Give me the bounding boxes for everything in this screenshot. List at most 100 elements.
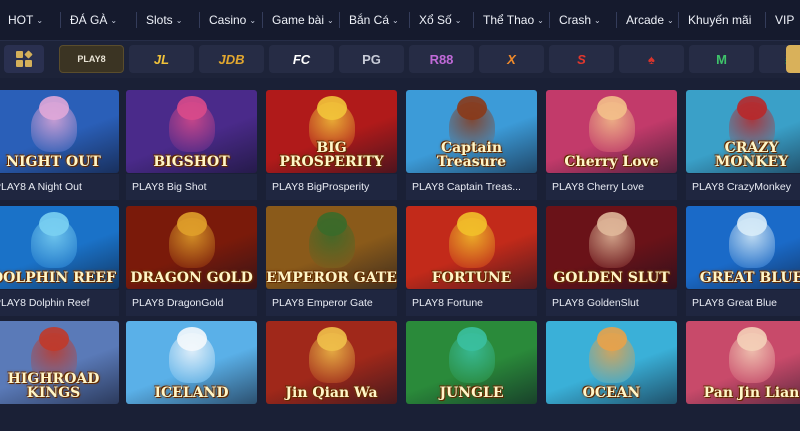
nav-divider [409,12,410,28]
provider-tab-fachai-logo[interactable]: FC [269,45,334,73]
provider-tab-s-logo[interactable]: S [549,45,614,73]
game-card[interactable]: OCEAN [546,321,677,431]
game-card[interactable]: GREAT BLUE PLAY8 Great Blue [686,206,800,316]
nav-item-label: Thể Thao [483,13,535,27]
nav-divider [339,12,340,28]
game-logo-text: ICELAND [154,385,229,401]
nav-item-2[interactable]: Slots ⌄ [146,0,182,40]
r88-logo: R88 [429,51,454,67]
provider-tab-x-logo[interactable]: X [479,45,544,73]
nav-item-label: ĐÁ GÀ [70,13,108,27]
game-thumbnail[interactable]: EMPEROR GATE [266,206,397,289]
game-card[interactable]: HIGHROAD KINGS [0,321,119,431]
game-card[interactable]: Cherry Love PLAY8 Cherry Love [546,90,677,200]
nav-item-1[interactable]: ĐÁ GÀ ⌄ [70,0,117,40]
nav-item-label: Bắn Cá [349,13,390,27]
nav-divider [136,12,137,28]
provider-bar: PLAY8JLJDBFCPGR88XS♠M🐉 [0,41,800,78]
game-title: PLAY8 Captain Treas... [406,174,537,200]
game-thumbnail[interactable]: Jin Qian Wa [266,321,397,404]
game-card[interactable]: JUNGLE [406,321,537,431]
game-logo-text: Jin Qian Wa [285,385,378,401]
game-artwork-detail [38,327,69,351]
nav-item-6[interactable]: Xổ Số ⌄ [419,0,461,40]
x-logo: X [507,51,516,67]
chevron-down-icon: ⌄ [36,15,44,25]
provider-tab-spade-logo[interactable]: ♠ [619,45,684,73]
nav-divider [549,12,550,28]
game-card[interactable]: GOLDEN SLUT PLAY8 GoldenSlut [546,206,677,316]
game-card[interactable]: CRAZY MONKEY PLAY8 CrazyMonkey [686,90,800,200]
game-thumbnail[interactable]: GOLDEN SLUT [546,206,677,289]
provider-tab-jili-logo[interactable]: JL [129,45,194,73]
nav-item-10[interactable]: Khuyến mãi [688,0,751,40]
game-thumbnail[interactable]: JUNGLE [406,321,537,404]
chevron-down-icon: ⌄ [175,15,183,25]
game-artwork-detail [316,212,347,236]
game-card[interactable]: Pan Jin Lian [686,321,800,431]
game-thumbnail[interactable]: OCEAN [546,321,677,404]
game-artwork-detail [596,96,627,120]
game-card[interactable]: NIGHT OUT PLAY8 A Night Out [0,90,119,200]
game-logo-text: FORTUNE [431,270,512,286]
provider-tab-pg-logo[interactable]: PG [339,45,404,73]
game-card[interactable]: BIGSHOT PLAY8 Big Shot [126,90,257,200]
game-thumbnail[interactable]: FORTUNE [406,206,537,289]
provider-tab-jdb-logo[interactable]: JDB [199,45,264,73]
game-logo-text: NIGHT OUT [6,154,101,170]
provider-scroll-tab[interactable] [786,45,800,73]
game-thumbnail[interactable]: ICELAND [126,321,257,404]
game-thumbnail[interactable]: BIGSHOT [126,90,257,173]
nav-item-label: Xổ Số [419,13,452,27]
game-card[interactable]: Captain Treasure PLAY8 Captain Treas... [406,90,537,200]
nav-item-9[interactable]: Arcade ⌄ [626,0,674,40]
game-logo-text: GOLDEN SLUT [553,270,670,286]
game-thumbnail[interactable]: Cherry Love [546,90,677,173]
nav-item-5[interactable]: Bắn Cá ⌄ [349,0,399,40]
game-thumbnail[interactable]: CRAZY MONKEY [686,90,800,173]
game-artwork-detail [316,327,347,351]
spade-logo: ♠ [648,51,655,67]
provider-tab-r88-logo[interactable]: R88 [409,45,474,73]
game-logo-text: DRAGON GOLD [130,270,253,286]
game-thumbnail[interactable]: NIGHT OUT [0,90,119,173]
provider-tab-m-logo[interactable]: M [689,45,754,73]
game-thumbnail[interactable]: Captain Treasure [406,90,537,173]
play8-logo: PLAY8 [77,54,106,64]
nav-item-8[interactable]: Crash ⌄ [559,0,601,40]
provider-tab-play8-logo[interactable]: PLAY8 [59,45,124,73]
game-artwork-detail [736,96,767,120]
game-logo-text: JUNGLE [439,385,504,401]
game-card[interactable]: BIG PROSPERITY PLAY8 BigProsperity [266,90,397,200]
nav-item-label: Arcade [626,13,665,27]
chevron-down-icon: ⌄ [392,15,399,25]
game-logo-text: Pan Jin Lian [703,385,800,401]
m-logo: M [716,51,727,67]
nav-item-7[interactable]: Thể Thao ⌄ [483,0,544,40]
game-thumbnail[interactable]: DRAGON GOLD [126,206,257,289]
nav-item-4[interactable]: Game bài ⌄ [272,0,334,40]
game-card[interactable]: EMPEROR GATE PLAY8 Emperor Gate [266,206,397,316]
chevron-down-icon: ⌄ [249,15,257,25]
nav-item-0[interactable]: HOT ⌄ [8,0,43,40]
nav-item-3[interactable]: Casino ⌄ [209,0,256,40]
jdb-logo: JDB [218,51,245,67]
all-games-button[interactable] [4,45,44,73]
game-logo-text: BIGSHOT [153,154,230,170]
game-logo-text: CRAZY MONKEY [714,140,789,170]
nav-item-label: VIP [775,13,795,27]
game-thumbnail[interactable]: Pan Jin Lian [686,321,800,404]
game-card[interactable]: Jin Qian Wa [266,321,397,431]
game-card[interactable]: ICELAND [126,321,257,431]
game-artwork-detail [736,212,767,236]
game-thumbnail[interactable]: GREAT BLUE [686,206,800,289]
nav-item-label: Khuyến mãi [688,13,752,27]
game-card[interactable]: DRAGON GOLD PLAY8 DragonGold [126,206,257,316]
game-thumbnail[interactable]: DOLPHIN REEF [0,206,119,289]
nav-item-11[interactable]: VIP [775,0,794,40]
game-thumbnail[interactable]: HIGHROAD KINGS [0,321,119,404]
s-logo: S [577,51,586,67]
game-card[interactable]: DOLPHIN REEF PLAY8 Dolphin Reef [0,206,119,316]
game-card[interactable]: FORTUNE PLAY8 Fortune [406,206,537,316]
game-thumbnail[interactable]: BIG PROSPERITY [266,90,397,173]
